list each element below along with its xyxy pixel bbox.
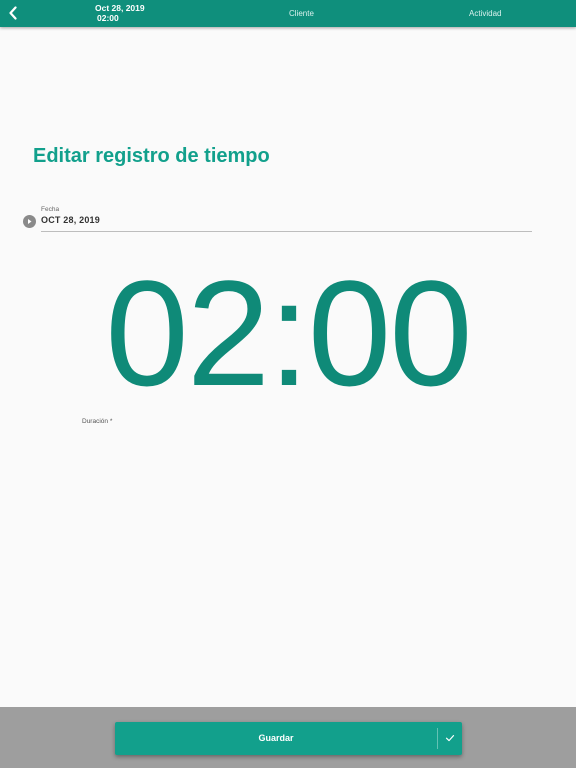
chevron-left-icon <box>9 6 17 20</box>
page-title: Editar registro de tiempo <box>33 145 270 167</box>
tab-cliente[interactable]: Cliente <box>289 9 314 18</box>
duration-label: Duración * <box>82 418 113 425</box>
date-field-value[interactable]: OCT 28, 2019 <box>41 215 100 225</box>
bottom-action-bar: Guardar <box>0 707 576 768</box>
date-field-underline <box>41 231 532 232</box>
header-date: Oct 28, 2019 <box>95 3 145 13</box>
expand-arrow-icon[interactable] <box>23 215 36 228</box>
date-field[interactable]: Fecha OCT 28, 2019 <box>22 205 532 233</box>
save-button-divider <box>437 728 438 749</box>
save-button[interactable]: Guardar <box>115 722 462 755</box>
duration-display[interactable]: 02:00 <box>0 248 576 418</box>
check-icon[interactable] <box>445 733 455 743</box>
save-button-label: Guardar <box>258 733 294 743</box>
tab-actividad[interactable]: Actividad <box>469 9 501 18</box>
header-date-time: Oct 28, 2019 02:00 <box>95 3 145 23</box>
header-time: 02:00 <box>97 12 119 23</box>
date-field-label: Fecha <box>41 206 60 213</box>
back-button[interactable] <box>4 3 22 23</box>
top-app-bar: Oct 28, 2019 02:00 Cliente Actividad <box>0 0 576 27</box>
